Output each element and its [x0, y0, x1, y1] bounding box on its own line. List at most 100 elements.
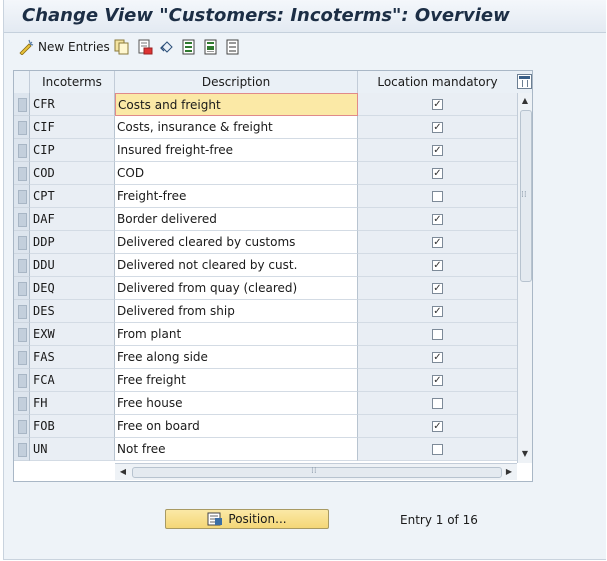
table-row: CIF Costs, insurance & freight ✓ — [14, 116, 517, 139]
horizontal-scrollbar[interactable]: ◀ ⁞⁞ ▶ — [115, 463, 517, 480]
new-entries-label: New Entries — [38, 39, 110, 54]
table-settings-icon[interactable] — [517, 74, 532, 89]
location-mandatory-checkbox[interactable]: ✓ — [432, 145, 443, 156]
vertical-scrollbar[interactable]: ▲ ⁞⁞ ▼ — [517, 93, 532, 463]
row-selector[interactable] — [14, 254, 30, 277]
scroll-left-arrow-icon[interactable]: ◀ — [117, 464, 129, 480]
location-mandatory-checkbox[interactable]: ✓ — [432, 306, 443, 317]
undo-icon — [159, 39, 175, 55]
row-selector[interactable] — [14, 392, 30, 415]
location-mandatory-checkbox[interactable]: ✓ — [432, 421, 443, 432]
incoterm-code-cell: COD — [30, 162, 115, 185]
scroll-right-arrow-icon[interactable]: ▶ — [503, 464, 515, 480]
undo-button[interactable] — [159, 38, 175, 55]
title-bar: Change View "Customers: Incoterms": Over… — [4, 0, 606, 33]
row-selector[interactable] — [14, 277, 30, 300]
application-toolbar: New Entries — [4, 33, 606, 61]
row-selector[interactable] — [14, 369, 30, 392]
description-field[interactable]: Delivered from quay (cleared) — [115, 277, 358, 300]
select-all-rows-corner[interactable] — [14, 71, 30, 93]
column-header-incoterms[interactable]: Incoterms — [30, 71, 115, 93]
description-field[interactable]: Not free — [115, 438, 358, 461]
description-field[interactable]: Delivered cleared by customs — [115, 231, 358, 254]
row-selector[interactable] — [14, 231, 30, 254]
table-row: FCA Free freight ✓ — [14, 369, 517, 392]
description-field[interactable]: Border delivered — [115, 208, 358, 231]
description-field[interactable]: Free house — [115, 392, 358, 415]
location-mandatory-cell — [358, 392, 517, 415]
deselect-all-button[interactable] — [225, 38, 241, 55]
row-selector[interactable] — [14, 415, 30, 438]
table-row: DEQ Delivered from quay (cleared) ✓ — [14, 277, 517, 300]
location-mandatory-cell — [358, 323, 517, 346]
table-row: CPT Freight-free — [14, 185, 517, 208]
description-field[interactable]: Free along side — [115, 346, 358, 369]
description-field[interactable]: Free freight — [115, 369, 358, 392]
table-header: Incoterms Description Location mandatory — [14, 71, 532, 94]
row-selector[interactable] — [14, 139, 30, 162]
location-mandatory-checkbox[interactable]: ✓ — [432, 168, 443, 179]
description-field[interactable]: Freight-free — [115, 185, 358, 208]
row-selector[interactable] — [14, 116, 30, 139]
location-mandatory-cell — [358, 438, 517, 461]
location-mandatory-cell: ✓ — [358, 346, 517, 369]
select-block-button[interactable] — [203, 38, 219, 55]
new-entries-button[interactable]: New Entries — [18, 38, 110, 55]
location-mandatory-checkbox[interactable]: ✓ — [432, 99, 443, 110]
row-selector[interactable] — [14, 208, 30, 231]
table-row: CFR Costs and freight ✓ — [14, 93, 517, 116]
location-mandatory-checkbox[interactable]: ✓ — [432, 122, 443, 133]
delete-button[interactable] — [137, 38, 153, 55]
copy-button[interactable] — [114, 38, 130, 55]
location-mandatory-checkbox[interactable]: ✓ — [432, 352, 443, 363]
description-field[interactable]: COD — [115, 162, 358, 185]
row-selector[interactable] — [14, 93, 30, 116]
location-mandatory-checkbox[interactable] — [432, 398, 443, 409]
row-selector[interactable] — [14, 438, 30, 461]
delete-icon — [137, 39, 153, 55]
horizontal-scroll-thumb[interactable] — [132, 467, 502, 478]
location-mandatory-checkbox[interactable]: ✓ — [432, 375, 443, 386]
location-mandatory-cell: ✓ — [358, 277, 517, 300]
position-button-label: Position... — [228, 512, 287, 526]
location-mandatory-checkbox[interactable]: ✓ — [432, 214, 443, 225]
row-selector[interactable] — [14, 346, 30, 369]
table-row: COD COD ✓ — [14, 162, 517, 185]
table-row: CIP Insured freight-free ✓ — [14, 139, 517, 162]
incoterm-code-cell: FAS — [30, 346, 115, 369]
table-row: FAS Free along side ✓ — [14, 346, 517, 369]
horizontal-grip-icon: ⁞⁞ — [311, 466, 317, 476]
description-field[interactable]: Costs and freight — [115, 93, 358, 116]
location-mandatory-cell: ✓ — [358, 254, 517, 277]
location-mandatory-cell — [358, 185, 517, 208]
select-all-button[interactable] — [181, 38, 197, 55]
row-selector[interactable] — [14, 162, 30, 185]
location-mandatory-checkbox[interactable] — [432, 444, 443, 455]
location-mandatory-checkbox[interactable]: ✓ — [432, 237, 443, 248]
description-field[interactable]: Insured freight-free — [115, 139, 358, 162]
row-selector[interactable] — [14, 323, 30, 346]
row-selector[interactable] — [14, 300, 30, 323]
select-block-icon — [203, 39, 219, 55]
column-header-description[interactable]: Description — [115, 71, 358, 93]
description-field[interactable]: Costs, insurance & freight — [115, 116, 358, 139]
location-mandatory-checkbox[interactable] — [432, 329, 443, 340]
row-selector[interactable] — [14, 185, 30, 208]
location-mandatory-cell: ✓ — [358, 116, 517, 139]
position-button[interactable]: Position... — [165, 509, 329, 529]
table-row: FH Free house — [14, 392, 517, 415]
column-header-location-mandatory[interactable]: Location mandatory — [358, 71, 517, 93]
scroll-up-arrow-icon[interactable]: ▲ — [518, 95, 532, 107]
location-mandatory-checkbox[interactable] — [432, 191, 443, 202]
scroll-down-arrow-icon[interactable]: ▼ — [518, 448, 532, 460]
description-field[interactable]: Delivered not cleared by cust. — [115, 254, 358, 277]
location-mandatory-checkbox[interactable]: ✓ — [432, 260, 443, 271]
description-field[interactable]: Delivered from ship — [115, 300, 358, 323]
description-field[interactable]: From plant — [115, 323, 358, 346]
incoterm-code-cell: CFR — [30, 93, 115, 116]
table-row: DDU Delivered not cleared by cust. ✓ — [14, 254, 517, 277]
description-field[interactable]: Free on board — [115, 415, 358, 438]
select-all-icon — [181, 39, 197, 55]
location-mandatory-checkbox[interactable]: ✓ — [432, 283, 443, 294]
incoterm-code-cell: CPT — [30, 185, 115, 208]
